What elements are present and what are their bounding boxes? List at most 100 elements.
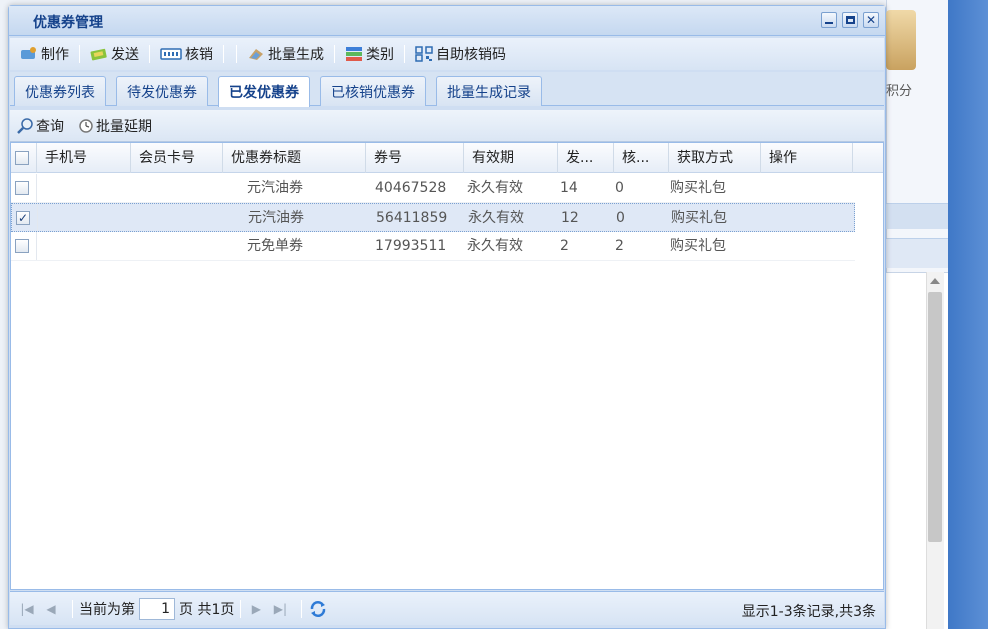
cell-coupon-title: 元汽油券 [247,180,303,196]
row-checkbox[interactable] [15,181,29,195]
cell-obtain-method: 购买礼包 [670,238,726,254]
make-coupon-button[interactable]: 制作 [16,42,73,66]
maximize-button[interactable] [842,12,858,28]
cell-issued: 12 [561,210,579,226]
grid-header: 手机号 会员卡号 优惠券标题 券号 有效期 发... 核... 获取方式 操作 [11,143,883,173]
minimize-icon [825,22,833,24]
paging-info: 显示1-3条记录,共3条 [741,604,876,620]
cell-verified: 0 [616,210,625,226]
last-page-icon[interactable]: ▶| [271,600,289,618]
send-button[interactable]: 发送 [86,42,143,66]
column-header-validity[interactable]: 有效期 [464,143,558,173]
clock-icon [79,118,93,133]
query-button[interactable]: 查询 [16,116,64,136]
prev-page-icon[interactable]: ◀ [42,600,60,618]
cell-validity: 永久有效 [468,210,524,226]
row-checkbox[interactable] [15,239,29,253]
background-desktop [948,0,988,629]
main-toolbar: 制作 发送 核销 批量生成 类别 自助核销码 [10,38,884,70]
column-header-coupon-number[interactable]: 券号 [366,143,464,173]
verify-label: 核销 [185,47,213,63]
cell-issued: 2 [560,238,569,254]
background-scroll-thumb[interactable] [928,292,942,542]
cell-coupon-number: 40467528 [375,180,447,196]
paging-separator [240,599,242,618]
make-coupon-label: 制作 [41,47,69,63]
background-strip [886,238,948,268]
batch-extend-label: 批量延期 [96,118,152,135]
select-all-checkbox[interactable] [15,151,29,165]
category-icon [346,47,362,61]
minimize-button[interactable] [821,12,837,28]
first-page-icon[interactable]: |◀ [18,600,36,618]
tab-batch-records[interactable]: 批量生成记录 [436,76,542,106]
category-label: 类别 [366,47,394,63]
column-header-coupon-title[interactable]: 优惠券标题 [223,143,366,173]
row-checkbox-cell [11,232,37,260]
verify-icon [160,48,182,60]
tab-coupon-list[interactable]: 优惠券列表 [14,76,106,106]
cell-coupon-title: 元免单券 [247,238,303,254]
background-side-text: 积分 [886,84,913,99]
page-suffix: 页 共1页 [179,601,235,618]
paging-separator [72,599,73,618]
toolbar-separator [79,45,80,63]
cell-coupon-number: 17993511 [375,238,447,254]
batch-generate-label: 批量生成 [268,47,324,63]
column-header-operation[interactable]: 操作 [761,143,853,173]
cell-obtain-method: 购买礼包 [671,210,727,226]
window-title: 优惠券管理 [33,15,103,31]
table-row[interactable]: ✓ 元汽油券 56411859 永久有效 12 0 购买礼包 [11,203,855,232]
page-prefix: 当前为第 [79,601,135,618]
cell-validity: 永久有效 [467,180,523,196]
background-strip [886,203,948,229]
verify-button[interactable]: 核销 [156,42,217,66]
column-header-issued[interactable]: 发... [558,143,614,173]
column-header-verified[interactable]: 核... [614,143,669,173]
tab-label: 待发优惠券 [127,84,197,101]
window-title-bar[interactable]: 优惠券管理 ✕ [9,6,885,36]
cell-obtain-method: 购买礼包 [670,180,726,196]
tab-verified-coupons[interactable]: 已核销优惠券 [320,76,426,106]
paging-toolbar: |◀ ◀ 当前为第 1 页 共1页 ▶ ▶| 显示1-3条记录,共3条 [10,591,884,625]
column-header-obtain-method[interactable]: 获取方式 [669,143,761,173]
next-page-icon[interactable]: ▶ [247,600,265,618]
batch-generate-button[interactable]: 批量生成 [243,42,328,66]
column-header-card-number[interactable]: 会员卡号 [131,143,223,173]
toolbar-separator [236,45,237,63]
send-label: 发送 [111,47,139,63]
send-icon [90,48,107,61]
batch-extend-button[interactable]: 批量延期 [76,116,152,136]
toolbar-separator [223,45,224,63]
page-number-input[interactable]: 1 [139,597,175,620]
toolbar-separator [334,45,335,63]
table-row[interactable]: 元汽油券 40467528 永久有效 14 0 购买礼包 [11,174,855,203]
maximize-icon [845,16,855,24]
row-checkbox[interactable]: ✓ [16,211,30,225]
make-coupon-icon [21,47,36,59]
category-button[interactable]: 类别 [341,42,398,66]
toolbar-separator [149,45,150,63]
table-row[interactable]: 元免单券 17993511 永久有效 2 2 购买礼包 [11,232,855,261]
tab-issued-coupons[interactable]: 已发优惠券 [218,76,310,107]
issued-coupon-grid: 手机号 会员卡号 优惠券标题 券号 有效期 发... 核... 获取方式 操作 … [10,142,884,590]
tab-label: 已发优惠券 [229,85,299,101]
close-icon: ✕ [865,13,877,27]
close-button[interactable]: ✕ [863,12,879,28]
tab-pending-coupons[interactable]: 待发优惠券 [116,76,208,106]
coupon-management-window: 优惠券管理 ✕ 制作 发送 核销 批量生成 类别 自助核销码 优惠券列表 待发优… [8,5,886,629]
toolbar-separator [404,45,405,63]
search-icon [17,117,33,134]
grid-toolbar: 查询 批量延期 [10,110,884,142]
tab-label: 已核销优惠券 [331,84,415,101]
header-select-all-cell [11,143,37,173]
tab-label: 优惠券列表 [25,84,95,101]
tab-strip: 优惠券列表 待发优惠券 已发优惠券 已核销优惠券 批量生成记录 [10,72,884,107]
row-checkbox-cell: ✓ [12,204,38,231]
refresh-icon[interactable] [308,599,328,619]
column-header-phone[interactable]: 手机号 [37,143,131,173]
scroll-up-arrow-icon[interactable] [930,278,940,284]
cell-verified: 0 [615,180,624,196]
self-verify-code-button[interactable]: 自助核销码 [411,42,510,66]
query-label: 查询 [36,118,64,135]
